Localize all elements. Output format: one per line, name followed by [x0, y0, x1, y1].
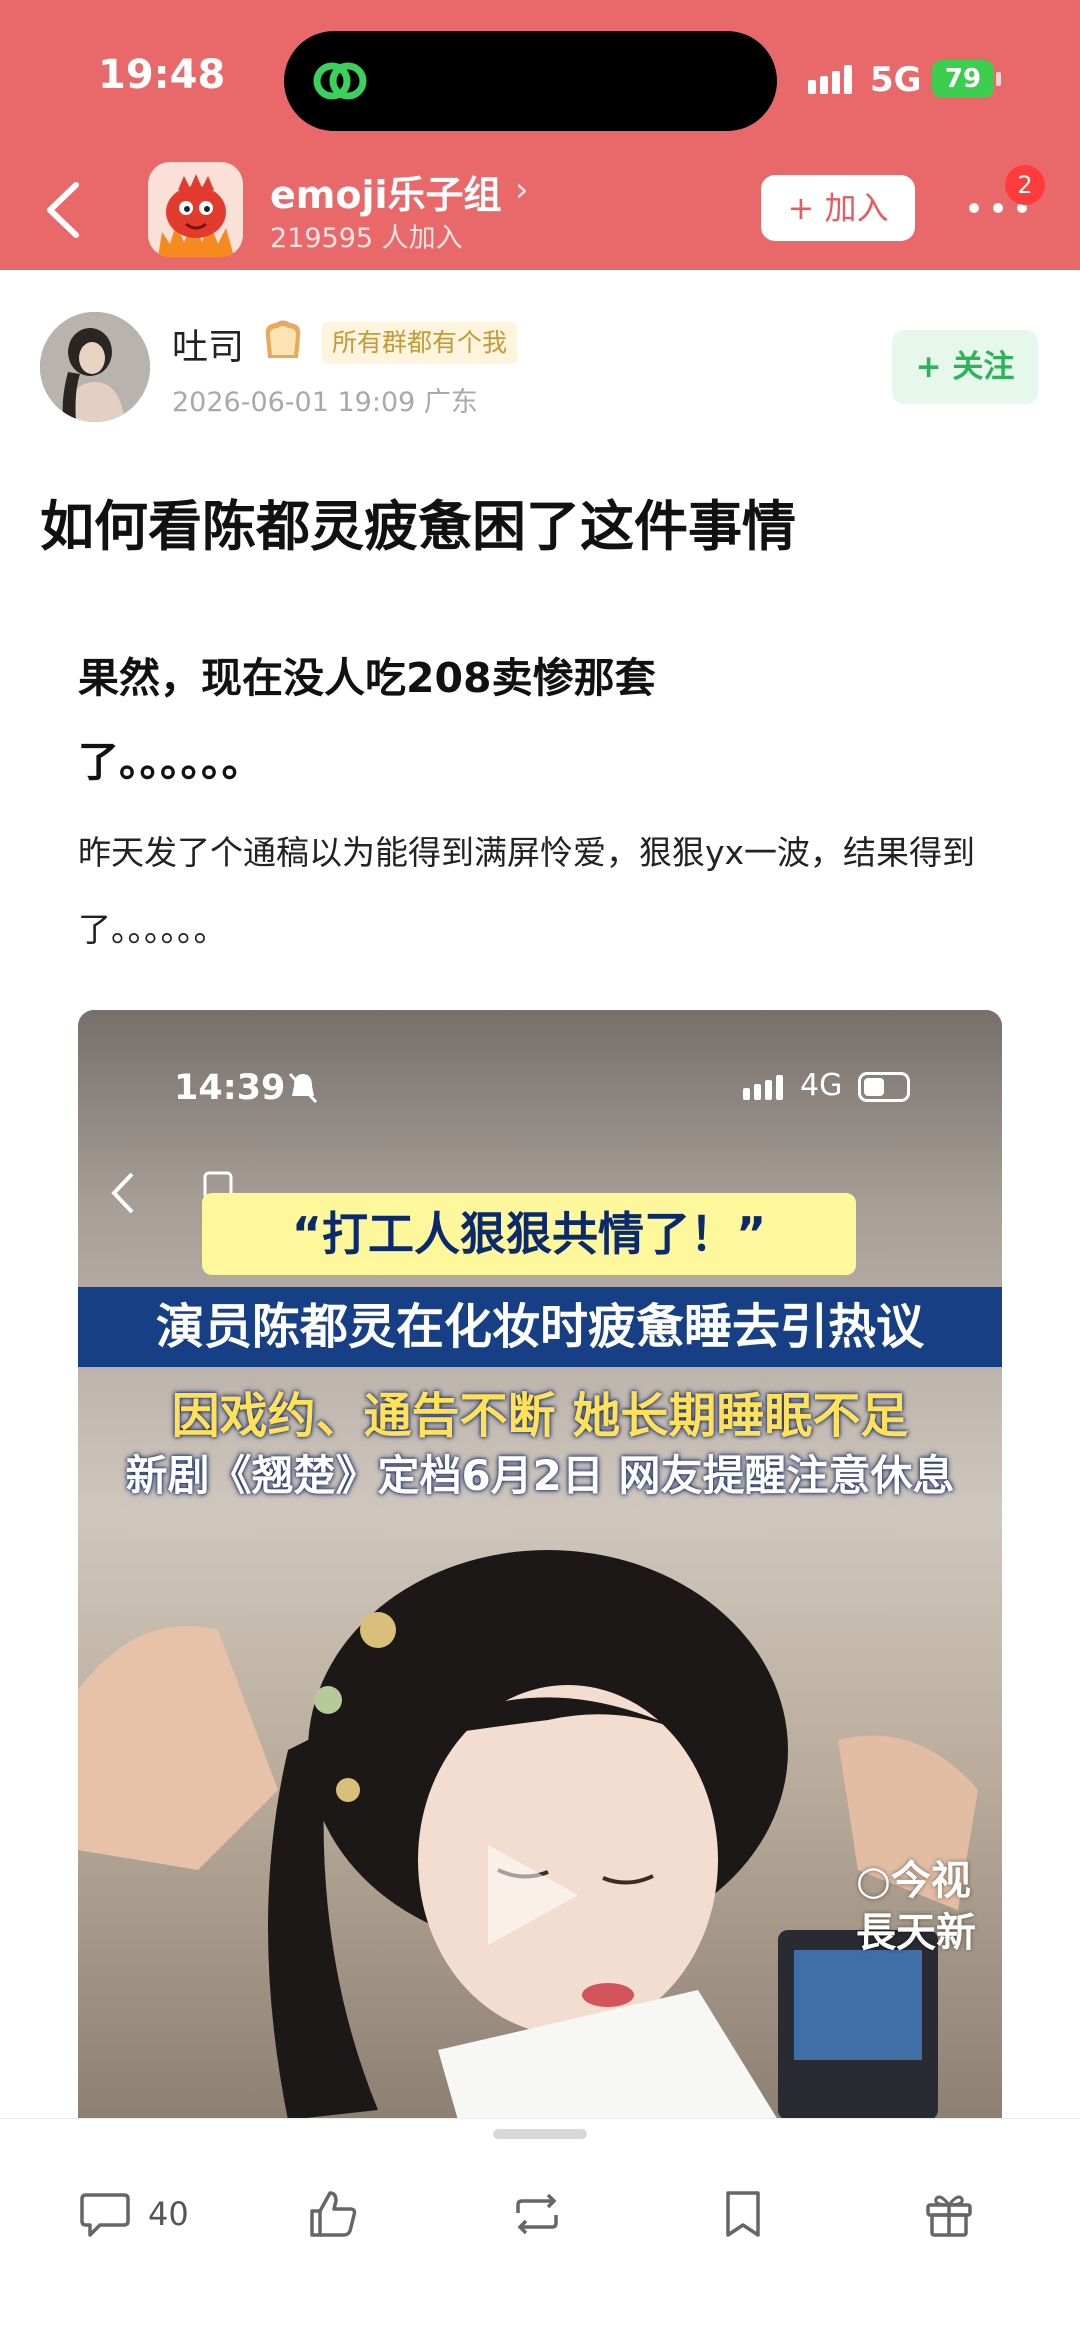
dragon-emoji-icon [148, 162, 243, 257]
author-tag: 所有群都有个我 [322, 322, 518, 364]
bottom-action-bar: 40 [0, 2118, 1080, 2341]
watermark-line-1: ○今视 [856, 1855, 1002, 1907]
watermark-line-2: 長天新 [856, 1910, 976, 1956]
link-app-icon [313, 62, 367, 100]
post-title: 如何看陈都灵疲惫困了这件事情 [40, 495, 796, 558]
group-member-count: 219595 人加入 [270, 223, 463, 254]
author-name[interactable]: 吐司 [172, 318, 244, 370]
video-headline: 演员陈都灵在化妆时疲惫睡去引热议 [78, 1287, 1002, 1367]
repost-button[interactable] [510, 2159, 570, 2259]
drag-handle[interactable] [493, 2129, 587, 2139]
video-thumbnail[interactable]: 14:39 4G “打工人狠狠共情了！” 演员陈都灵在化妆时疲惫睡去引热议 因戏… [78, 1010, 1002, 2120]
post-body: 昨天发了个通稿以为能得到满屏怜爱，狠狠yx一波，结果得到了。。。。。。 [78, 833, 976, 949]
video-signal-icon [743, 1075, 783, 1100]
repost-icon [516, 2193, 558, 2235]
watermark-text-1: 今视 [890, 1858, 971, 1904]
like-button[interactable] [306, 2159, 366, 2259]
author-avatar[interactable] [40, 312, 150, 422]
video-caption-line-3: 新剧《翘楚》定档6月2日 网友提醒注意休息 [125, 1451, 955, 1500]
back-arrow-icon[interactable] [36, 175, 92, 245]
play-icon[interactable] [458, 1830, 588, 1960]
comment-button[interactable]: 40 [78, 2159, 218, 2259]
battery-nub [996, 72, 1001, 86]
gift-icon [926, 2195, 972, 2237]
video-back-icon [111, 1172, 134, 1214]
toast-bread-icon [265, 320, 301, 358]
bookmark-button[interactable] [716, 2159, 776, 2259]
video-battery-icon [858, 1072, 910, 1102]
video-quote-caption: “打工人狠狠共情了！” [202, 1193, 856, 1275]
group-name[interactable]: emoji乐子组 [270, 164, 502, 219]
post-meta: 2026-06-01 19:09 广东 [172, 387, 478, 418]
comment-icon [80, 2193, 130, 2237]
notification-badge: 2 [1005, 165, 1045, 205]
video-watermark: ○今视 長天新 [856, 1855, 1002, 1959]
gift-button[interactable] [922, 2159, 982, 2259]
post-subtitle: 果然，现在没人吃208卖惨那套了。。。。。。 [78, 654, 656, 786]
signal-icon [808, 65, 852, 94]
top-header: 19:48 5G 79 emoji乐子组 › 219595 人加入 + 加入 2 [0, 0, 1080, 270]
status-time: 19:48 [98, 52, 226, 98]
join-group-button[interactable]: + 加入 [761, 175, 915, 241]
video-scene [78, 1550, 978, 2120]
battery-indicator: 79 [932, 60, 994, 98]
chevron-right-icon[interactable]: › [515, 170, 529, 210]
comment-count: 40 [148, 2195, 189, 2233]
watermark-logo-icon: ○ [856, 1858, 891, 1904]
video-network-type: 4G [800, 1068, 843, 1103]
video-caption-line-2: 因戏约、通告不断 她长期睡眠不足 [171, 1388, 909, 1444]
avatar-photo [40, 312, 150, 422]
bookmark-icon [726, 2191, 760, 2237]
like-icon [310, 2191, 357, 2237]
video-status-time: 14:39 [174, 1068, 286, 1108]
group-avatar[interactable] [148, 162, 243, 257]
dynamic-island [284, 31, 777, 131]
follow-button[interactable]: + 关注 [892, 330, 1038, 404]
network-type: 5G [870, 60, 922, 100]
silent-bell-icon [288, 1072, 318, 1104]
